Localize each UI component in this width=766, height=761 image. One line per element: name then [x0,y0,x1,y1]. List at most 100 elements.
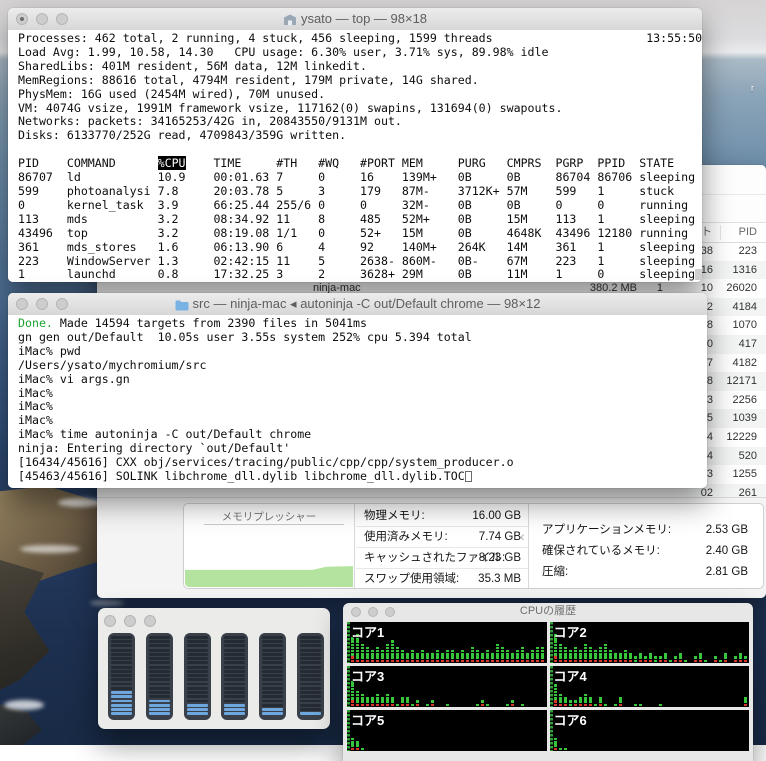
histogram-column [599,646,602,662]
system-pip [436,660,439,662]
system-pip [614,660,617,662]
process-pid: 12171 [715,372,757,391]
histogram-column [356,690,359,706]
user-pip [599,647,602,649]
titlebar[interactable]: ysato — top — 98×18 [8,8,702,31]
minimize-button[interactable] [124,615,136,627]
system-pip [411,660,414,662]
system-pip [714,660,717,662]
user-pip [471,653,474,655]
meter-segment [300,649,321,652]
user-pip [426,704,429,706]
meter-segment [224,661,245,664]
terminal-window-top[interactable]: ysato — top — 98×18 Processes: 462 total… [8,8,702,282]
user-pip [361,700,364,702]
user-pip [744,697,747,699]
user-pip [386,650,389,652]
memory-stat-label: 使用済みメモリ: [364,527,448,548]
user-pip [559,650,562,652]
process-pid: 1070 [715,316,757,335]
process-row: 43496 top 3.2 08:19.08 1/1 0 52+ 15M 0B … [18,227,702,241]
user-pip [554,653,557,655]
process-pid: 417 [715,335,757,354]
meter-segment [111,687,132,690]
window-controls[interactable] [104,615,156,627]
histogram-column [604,703,607,706]
meter-segment [262,670,283,673]
histogram-column [594,703,597,706]
cpu-meters-window[interactable] [98,608,330,729]
memory-stat-label: スワップ使用領域: [364,569,459,590]
terminal-content[interactable]: Processes: 462 total, 2 running, 4 stuck… [8,30,702,282]
user-pip [486,650,489,652]
user-pip [431,653,434,655]
user-pip [664,656,667,658]
meter-segment [187,661,208,664]
user-pip [714,656,717,658]
user-pip [411,704,414,706]
user-pip [356,644,359,646]
user-pip [456,656,459,658]
user-pip [516,653,519,655]
system-pip [351,660,354,662]
system-pip [446,660,449,662]
histogram-column [574,646,577,662]
histogram-column [634,703,637,706]
histogram-column [406,696,409,706]
histogram-column [501,646,504,662]
histogram-column [366,696,369,706]
user-pip [381,700,384,702]
histogram-column [371,649,374,662]
histogram-column [426,652,429,662]
column-header-pid[interactable]: PID [717,223,757,241]
meter-segment [224,653,245,656]
user-pip [386,694,389,696]
histogram-column [589,696,592,706]
process-pid: 1316 [715,261,757,280]
user-pip [699,653,702,655]
history-left-edge [347,666,350,707]
user-pip [629,653,632,655]
terminal-line: VM: 4074G vsize, 1991M framework vsize, … [18,102,702,116]
user-pip [371,697,374,699]
user-pip [634,660,637,662]
system-pip [579,660,582,662]
memory-stats-left: 物理メモリ:16.00 GB使用済みメモリ:7.74 GBキャッシュされたファイ… [356,506,528,590]
user-pip [496,653,499,655]
system-pip [584,704,587,706]
meter-segment [262,657,283,660]
wallpaper-rocks [0,688,72,745]
system-pip [416,704,419,706]
user-pip [609,656,612,658]
process-pid: 4184 [715,298,757,317]
memory-stat-value: 7.74 GB [479,527,521,548]
cpu-history-window[interactable]: CPUの履歴 コア1コア2コア3コア4コア5コア6 [343,603,753,761]
user-pip [574,653,577,655]
user-pip [351,697,354,699]
meter-segment [262,674,283,677]
meter-segment [187,708,208,711]
user-pip [506,656,509,658]
user-pip [361,647,364,649]
user-pip [564,748,567,750]
close-button[interactable] [104,615,116,627]
user-pip [361,656,364,658]
system-pip [466,660,469,662]
cpu-core-meter [297,633,324,720]
user-pip [386,697,389,699]
user-pip [604,653,607,655]
user-pip [639,653,642,655]
system-pip [351,656,354,658]
terminal-content[interactable]: Done. Made 14594 targets from 2390 files… [8,315,707,488]
system-pip [744,660,747,662]
meter-segment [187,666,208,669]
titlebar[interactable]: CPUの履歴 [343,603,753,620]
zoom-button[interactable] [144,615,156,627]
user-pip [501,647,504,649]
user-pip [664,653,667,655]
terminal-window-build[interactable]: src — ninja-mac ◂ autoninja -C out/Defau… [8,293,707,488]
meter-segment [262,683,283,686]
titlebar[interactable]: src — ninja-mac ◂ autoninja -C out/Defau… [8,293,707,316]
system-pip [426,660,429,662]
system-pip [619,660,622,662]
